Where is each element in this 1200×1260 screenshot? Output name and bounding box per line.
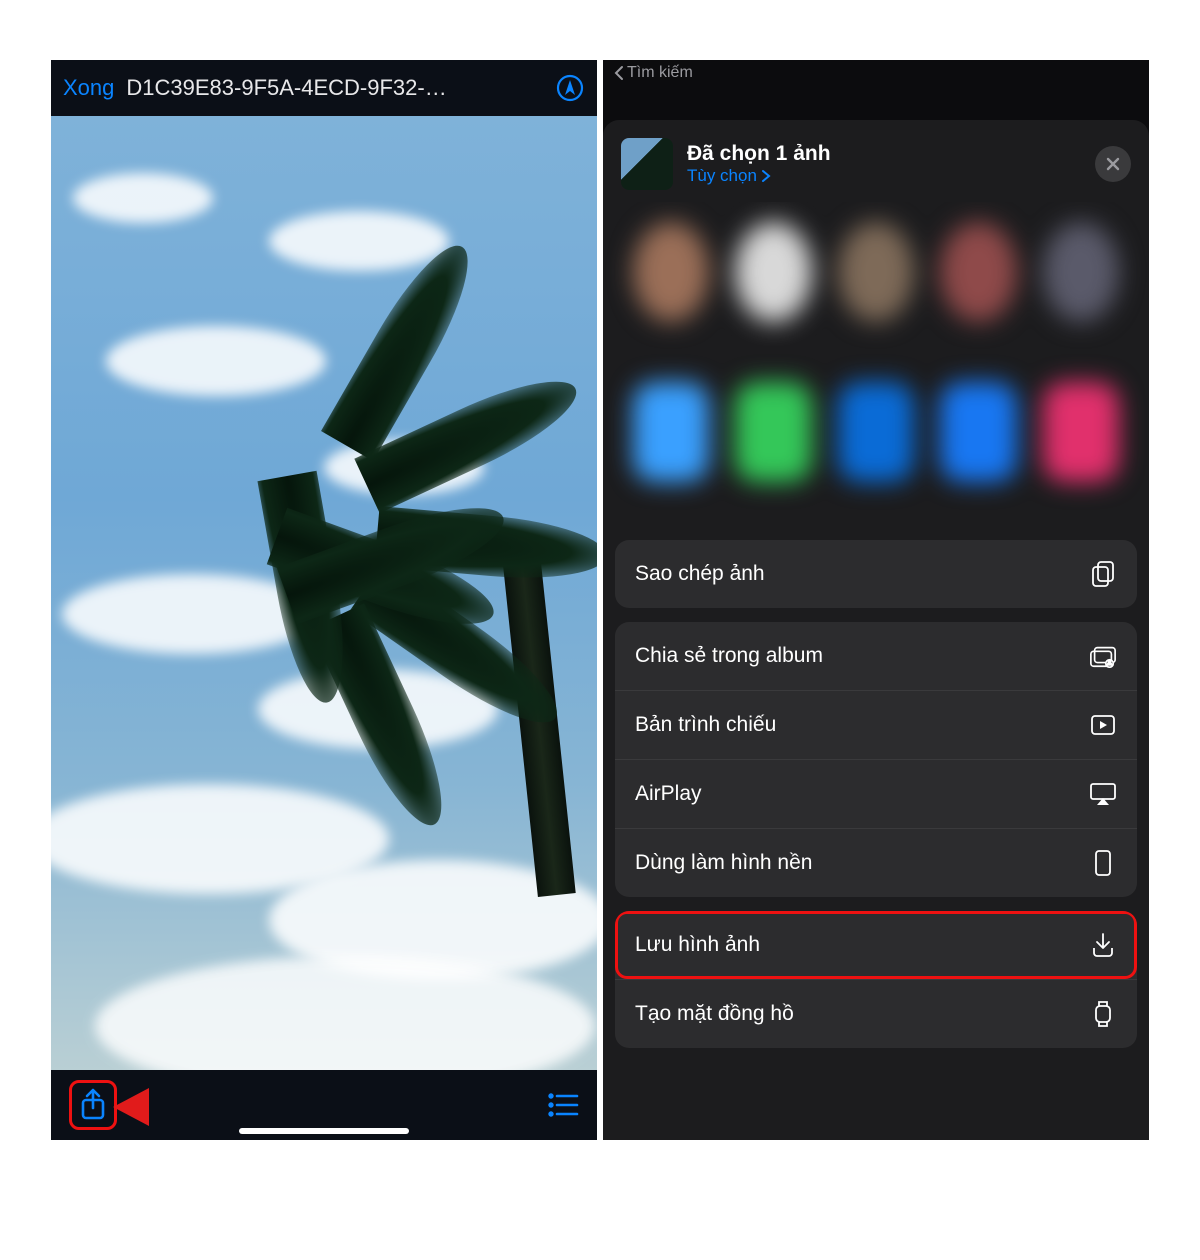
- photo-filename: D1C39E83-9F5A-4ECD-9F32-…: [126, 75, 555, 101]
- action-label: Chia sẻ trong album: [635, 644, 823, 668]
- share-sheet-pane: Tìm kiếm Đã chọn 1 ảnh Tùy chọn: [603, 60, 1149, 1140]
- download-icon: [1089, 931, 1117, 959]
- share-sheet: Đã chọn 1 ảnh Tùy chọn Sao chép ảnh Chia …: [603, 120, 1149, 1140]
- done-button[interactable]: Xong: [63, 75, 114, 101]
- annotation-arrow: [113, 1082, 233, 1132]
- back-label: Tìm kiếm: [627, 64, 693, 82]
- action-group: Chia sẻ trong album Bản trình chiếu AirPla…: [615, 622, 1137, 897]
- action-album-share[interactable]: Chia sẻ trong album: [615, 622, 1137, 690]
- action-label: Bản trình chiếu: [635, 713, 776, 737]
- action-wallpaper[interactable]: Dùng làm hình nền: [615, 828, 1137, 897]
- share-icon: [79, 1088, 107, 1122]
- viewer-footer: [51, 1070, 597, 1140]
- copy-icon: [1089, 560, 1117, 588]
- action-list: Sao chép ảnh Chia sẻ trong album Bản trình…: [603, 532, 1149, 1048]
- action-slideshow[interactable]: Bản trình chiếu: [615, 690, 1137, 759]
- share-targets-blurred: [603, 202, 1149, 532]
- viewer-header: Xong D1C39E83-9F5A-4ECD-9F32-…: [51, 60, 597, 116]
- action-label: Tạo mặt đồng hồ: [635, 1002, 794, 1026]
- action-airplay[interactable]: AirPlay: [615, 759, 1137, 828]
- list-icon[interactable]: [547, 1092, 579, 1118]
- album-share-icon: [1089, 642, 1117, 670]
- sheet-header: Đã chọn 1 ảnh Tùy chọn: [603, 120, 1149, 202]
- airplay-icon: [1089, 780, 1117, 808]
- watch-icon: [1089, 1000, 1117, 1028]
- options-link[interactable]: Tùy chọn: [687, 166, 1095, 186]
- action-copy[interactable]: Sao chép ảnh: [615, 540, 1137, 608]
- selection-count-label: Đã chọn 1 ảnh: [687, 142, 1095, 166]
- back-to-search[interactable]: Tìm kiếm: [603, 60, 1149, 84]
- action-group: Sao chép ảnh: [615, 540, 1137, 608]
- close-button[interactable]: [1095, 146, 1131, 182]
- photo-subject-palm: [297, 376, 597, 896]
- action-label: AirPlay: [635, 782, 702, 806]
- action-watch[interactable]: Tạo mặt đồng hồ: [615, 979, 1137, 1048]
- slideshow-icon: [1089, 711, 1117, 739]
- wallpaper-icon: [1089, 849, 1117, 877]
- action-label: Dùng làm hình nền: [635, 851, 812, 875]
- action-label: Lưu hình ảnh: [635, 933, 760, 957]
- home-indicator[interactable]: [239, 1128, 409, 1134]
- photo-viewer-pane: Xong D1C39E83-9F5A-4ECD-9F32-…: [51, 60, 597, 1140]
- action-label: Sao chép ảnh: [635, 562, 765, 586]
- photo-content[interactable]: [51, 116, 597, 1070]
- markup-icon[interactable]: [555, 73, 585, 103]
- selection-thumbnail: [621, 138, 673, 190]
- action-download[interactable]: Lưu hình ảnh: [615, 911, 1137, 979]
- share-button[interactable]: [69, 1080, 117, 1130]
- action-group: Lưu hình ảnh Tạo mặt đồng hồ: [615, 911, 1137, 1048]
